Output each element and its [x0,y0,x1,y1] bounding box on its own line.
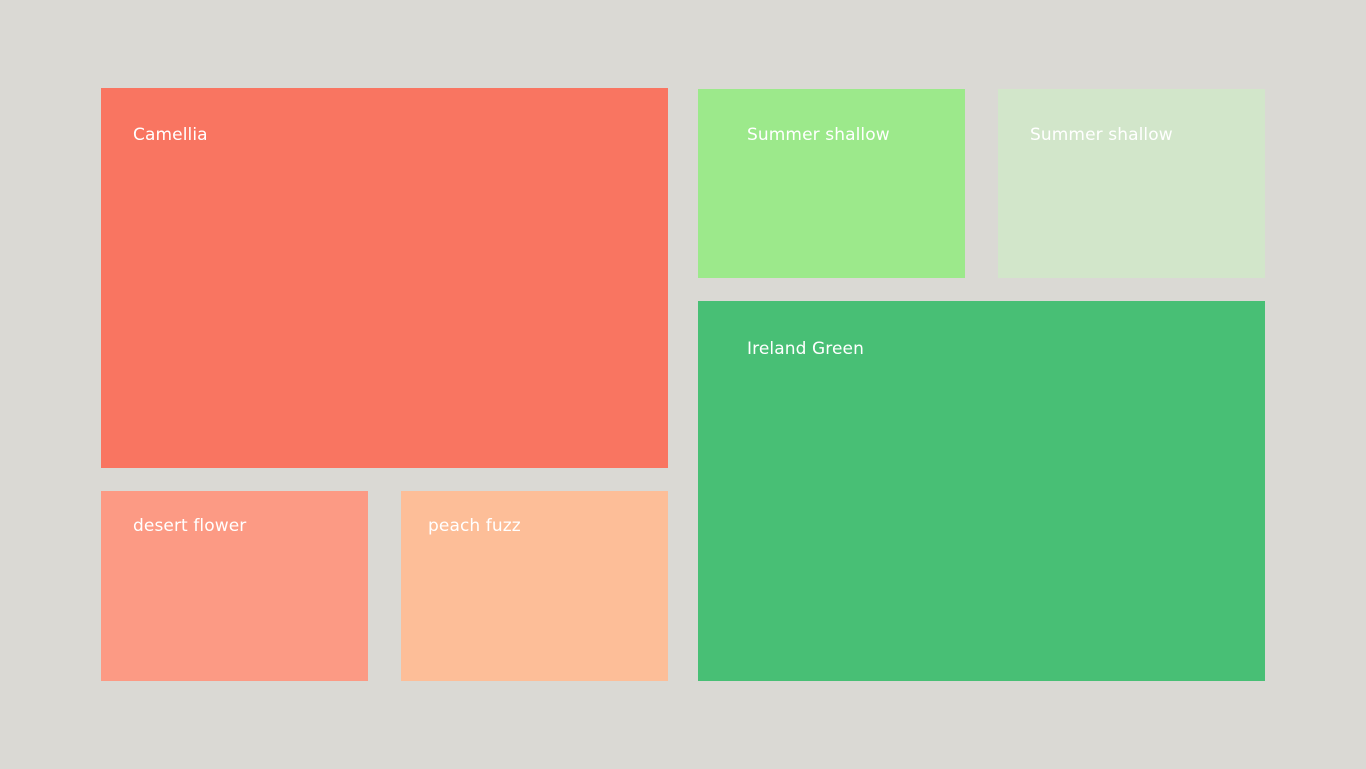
tile-desert-flower[interactable]: desert flower [101,491,368,681]
tile-label-desert-flower: desert flower [133,516,247,536]
tile-ireland-green[interactable]: Ireland Green [698,301,1265,681]
tile-label-ireland-green: Ireland Green [747,339,864,359]
tile-summer-shallow-1[interactable]: Summer shallow [698,89,965,278]
tile-label-summer-shallow-1: Summer shallow [747,125,890,145]
tile-label-camellia: Camellia [133,125,208,145]
tile-label-peach-fuzz: peach fuzz [428,516,521,536]
swatch-board: Camellia desert flower peach fuzz Summer… [0,0,1366,769]
tile-peach-fuzz[interactable]: peach fuzz [401,491,668,681]
tile-summer-shallow-2[interactable]: Summer shallow [998,89,1265,278]
tile-camellia[interactable]: Camellia [101,88,668,468]
tile-label-summer-shallow-2: Summer shallow [1030,125,1173,145]
